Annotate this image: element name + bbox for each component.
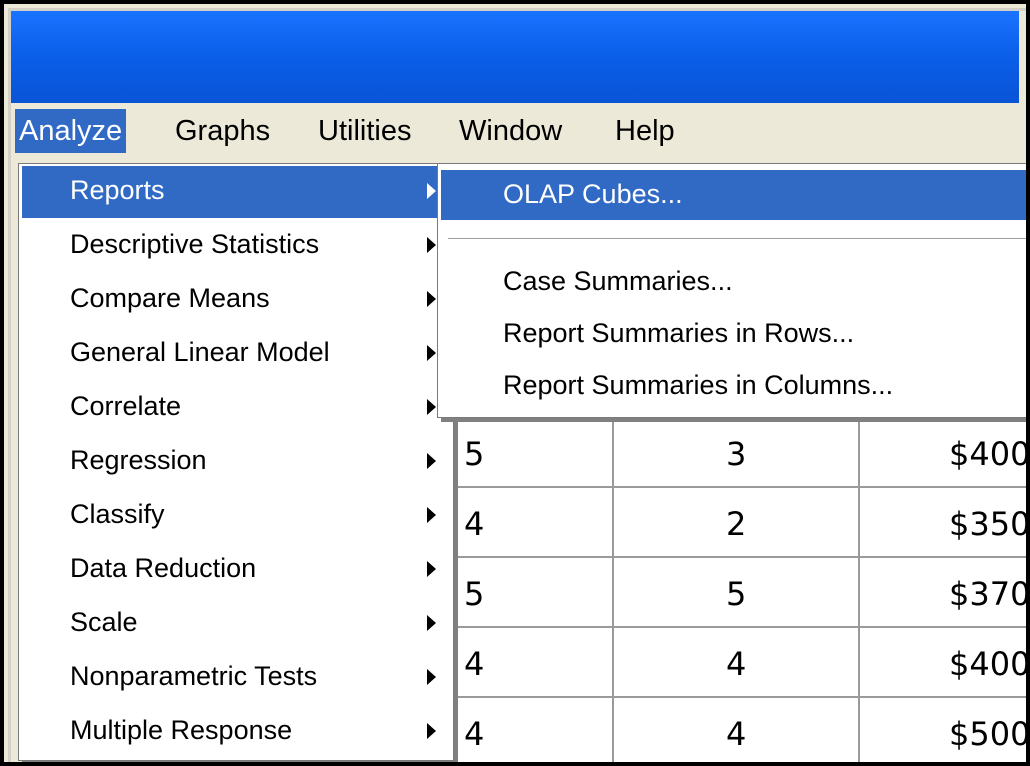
submenu-item-label: Case Summaries... [503, 266, 733, 296]
submenu-item-label: Report Summaries in Columns... [503, 370, 894, 400]
menu-item-label: Multiple Response [70, 715, 293, 745]
table-cell[interactable]: 5 [726, 568, 746, 620]
menu-item-correlate[interactable]: Correlate [22, 382, 450, 434]
menu-item-label: Compare Means [70, 283, 270, 313]
submenu-arrow-icon [427, 561, 436, 577]
table-cell[interactable]: 4 [726, 708, 746, 760]
submenu-item-report-summaries-columns[interactable]: Report Summaries in Columns... [441, 361, 1026, 411]
table-cell[interactable]: 4 [464, 498, 484, 550]
table-cell[interactable]: $400 [949, 428, 1026, 480]
submenu-item-case-summaries[interactable]: Case Summaries... [441, 257, 1026, 307]
submenu-arrow-icon [427, 345, 436, 361]
spss-window: Analyze Graphs Utilities Window Help 5 3… [0, 0, 1030, 766]
menu-analyze[interactable]: Analyze [15, 109, 127, 153]
grid-column-divider [858, 416, 860, 762]
menu-item-label: Descriptive Statistics [70, 229, 320, 259]
table-cell[interactable]: 4 [464, 708, 484, 760]
submenu-arrow-icon [427, 669, 436, 685]
grid-row-divider [444, 556, 1026, 558]
reports-submenu: OLAP Cubes... Case Summaries... Report S… [437, 163, 1026, 418]
menu-item-label: Reports [70, 175, 165, 205]
submenu-arrow-icon [427, 399, 436, 415]
data-grid: 5 3 $400 4 2 $350 5 5 $370 4 4 $400 4 4 … [444, 416, 1026, 762]
menu-item-label: Regression [70, 445, 207, 475]
table-cell[interactable]: 2 [726, 498, 746, 550]
table-cell[interactable]: 5 [464, 568, 484, 620]
menu-utilities[interactable]: Utilities [314, 109, 415, 153]
submenu-item-label: OLAP Cubes... [503, 179, 683, 209]
table-cell[interactable]: 5 [464, 428, 484, 480]
menu-item-regression[interactable]: Regression [22, 436, 450, 488]
table-cell[interactable]: $370 [949, 568, 1026, 620]
menu-window[interactable]: Window [455, 109, 566, 153]
menu-item-multiple-response[interactable]: Multiple Response [22, 706, 450, 758]
menu-item-label: Scale [70, 607, 138, 637]
menu-item-scale[interactable]: Scale [22, 598, 450, 650]
menu-item-compare-means[interactable]: Compare Means [22, 274, 450, 326]
submenu-item-label: Report Summaries in Rows... [503, 318, 855, 348]
menu-item-label: Data Reduction [70, 553, 257, 583]
menu-item-label: Correlate [70, 391, 182, 421]
menu-item-data-reduction[interactable]: Data Reduction [22, 544, 450, 596]
menu-item-nonparametric-tests[interactable]: Nonparametric Tests [22, 652, 450, 704]
submenu-arrow-icon [427, 615, 436, 631]
submenu-arrow-icon [427, 507, 436, 523]
title-bar[interactable] [11, 11, 1019, 103]
table-cell[interactable]: $350 [949, 498, 1026, 550]
menu-item-label: Classify [70, 499, 165, 529]
grid-row-divider [444, 486, 1026, 488]
submenu-arrow-icon [427, 183, 436, 199]
menu-item-general-linear-model[interactable]: General Linear Model [22, 328, 450, 380]
menu-graphs[interactable]: Graphs [171, 109, 274, 153]
menu-item-label: Nonparametric Tests [70, 661, 318, 691]
table-cell[interactable]: $400 [949, 638, 1026, 690]
menu-separator [448, 238, 1026, 240]
submenu-arrow-icon [427, 453, 436, 469]
submenu-arrow-icon [427, 723, 436, 739]
table-cell[interactable]: $500 [949, 708, 1026, 760]
table-cell[interactable]: 3 [726, 428, 746, 480]
menu-bar: Analyze Graphs Utilities Window Help [11, 103, 1019, 163]
submenu-arrow-icon [427, 237, 436, 253]
menu-item-label: General Linear Model [70, 337, 330, 367]
submenu-arrow-icon [427, 291, 436, 307]
submenu-item-olap-cubes[interactable]: OLAP Cubes... [441, 170, 1026, 220]
menu-help[interactable]: Help [611, 109, 679, 153]
menu-item-classify[interactable]: Classify [22, 490, 450, 542]
table-cell[interactable]: 4 [464, 638, 484, 690]
menu-item-reports[interactable]: Reports [22, 166, 450, 218]
grid-column-divider [612, 416, 614, 762]
menu-item-descriptive-statistics[interactable]: Descriptive Statistics [22, 220, 450, 272]
grid-row-divider [444, 696, 1026, 698]
table-cell[interactable]: 4 [726, 638, 746, 690]
grid-row-divider [444, 626, 1026, 628]
analyze-menu-dropdown: Reports Descriptive Statistics Compare M… [18, 163, 454, 761]
submenu-item-report-summaries-rows[interactable]: Report Summaries in Rows... [441, 309, 1026, 359]
